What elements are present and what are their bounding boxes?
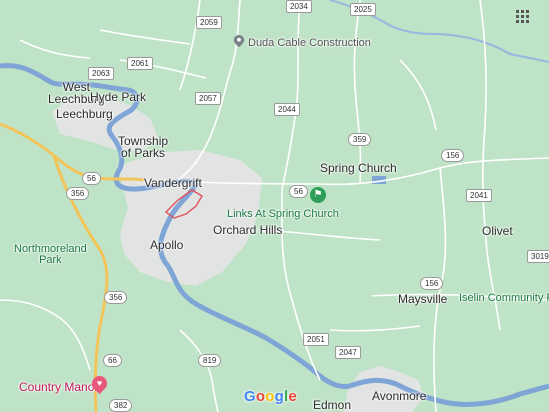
route-shield-2034: 2034 <box>286 0 312 13</box>
place-label-hyde-park: Hyde Park <box>90 90 147 104</box>
route-shield-156-south: 156 <box>420 277 444 290</box>
place-label-leechburg: Leechburg <box>56 107 113 121</box>
route-shield-66: 66 <box>103 354 122 367</box>
route-shield-819: 819 <box>198 354 222 367</box>
place-label-country-manor[interactable]: Country Manor <box>19 381 98 393</box>
route-shield-382: 382 <box>109 399 133 412</box>
location-pin-icon[interactable] <box>233 35 245 47</box>
map-canvas[interactable]: West Leechburg Hyde Park Leechburg Townsh… <box>0 0 549 412</box>
place-label-northmoreland-park[interactable]: Northmoreland Park <box>14 244 87 266</box>
route-shield-2051: 2051 <box>303 333 329 346</box>
route-shield-2044: 2044 <box>274 103 300 116</box>
route-shield-2057: 2057 <box>195 92 221 105</box>
route-shield-56-west: 56 <box>82 172 101 185</box>
route-shield-3019: 3019 <box>527 250 549 263</box>
route-shield-2059: 2059 <box>196 16 222 29</box>
google-logo-letter: g <box>274 388 284 405</box>
route-shield-356-south: 356 <box>104 291 128 304</box>
place-label-township-of-parks: Township of Parks <box>118 134 169 160</box>
place-label-apollo: Apollo <box>150 238 184 252</box>
place-label-edmon: Edmon <box>313 398 352 412</box>
route-shield-359: 359 <box>348 133 372 146</box>
route-shield-56-east: 56 <box>289 185 308 198</box>
apps-grid-icon[interactable] <box>516 10 530 24</box>
route-shield-2061: 2061 <box>127 57 153 70</box>
route-shield-156-north: 156 <box>441 149 465 162</box>
place-label-maysville: Maysville <box>398 292 448 306</box>
place-label-iselin-community-park[interactable]: Iselin Community Park <box>459 293 549 304</box>
google-logo-letter: o <box>265 388 275 405</box>
place-label-spring-church: Spring Church <box>320 161 397 175</box>
google-logo-letter: o <box>255 388 266 405</box>
google-logo-letter: G <box>244 388 256 405</box>
place-label-links-at-spring-church[interactable]: Links At Spring Church <box>227 209 339 220</box>
place-label-vandergrift: Vandergrift <box>144 176 202 190</box>
google-logo-letter: e <box>288 388 297 405</box>
google-logo: Google <box>244 388 297 405</box>
route-shield-356-north: 356 <box>66 187 90 200</box>
restaurant-icon[interactable]: ♥ <box>88 372 111 395</box>
route-shield-2025: 2025 <box>350 3 376 16</box>
route-shield-2063: 2063 <box>88 67 114 80</box>
place-label-orchard-hills: Orchard Hills <box>213 223 283 237</box>
place-label-avonmore: Avonmore <box>372 389 427 403</box>
place-label-olivet: Olivet <box>482 224 513 238</box>
golf-icon[interactable]: ⚑ <box>310 187 326 203</box>
place-label-duda-cable[interactable]: Duda Cable Construction <box>248 38 371 49</box>
route-shield-2041: 2041 <box>466 189 492 202</box>
route-shield-2047: 2047 <box>335 346 361 359</box>
map-base-layer <box>0 0 549 412</box>
